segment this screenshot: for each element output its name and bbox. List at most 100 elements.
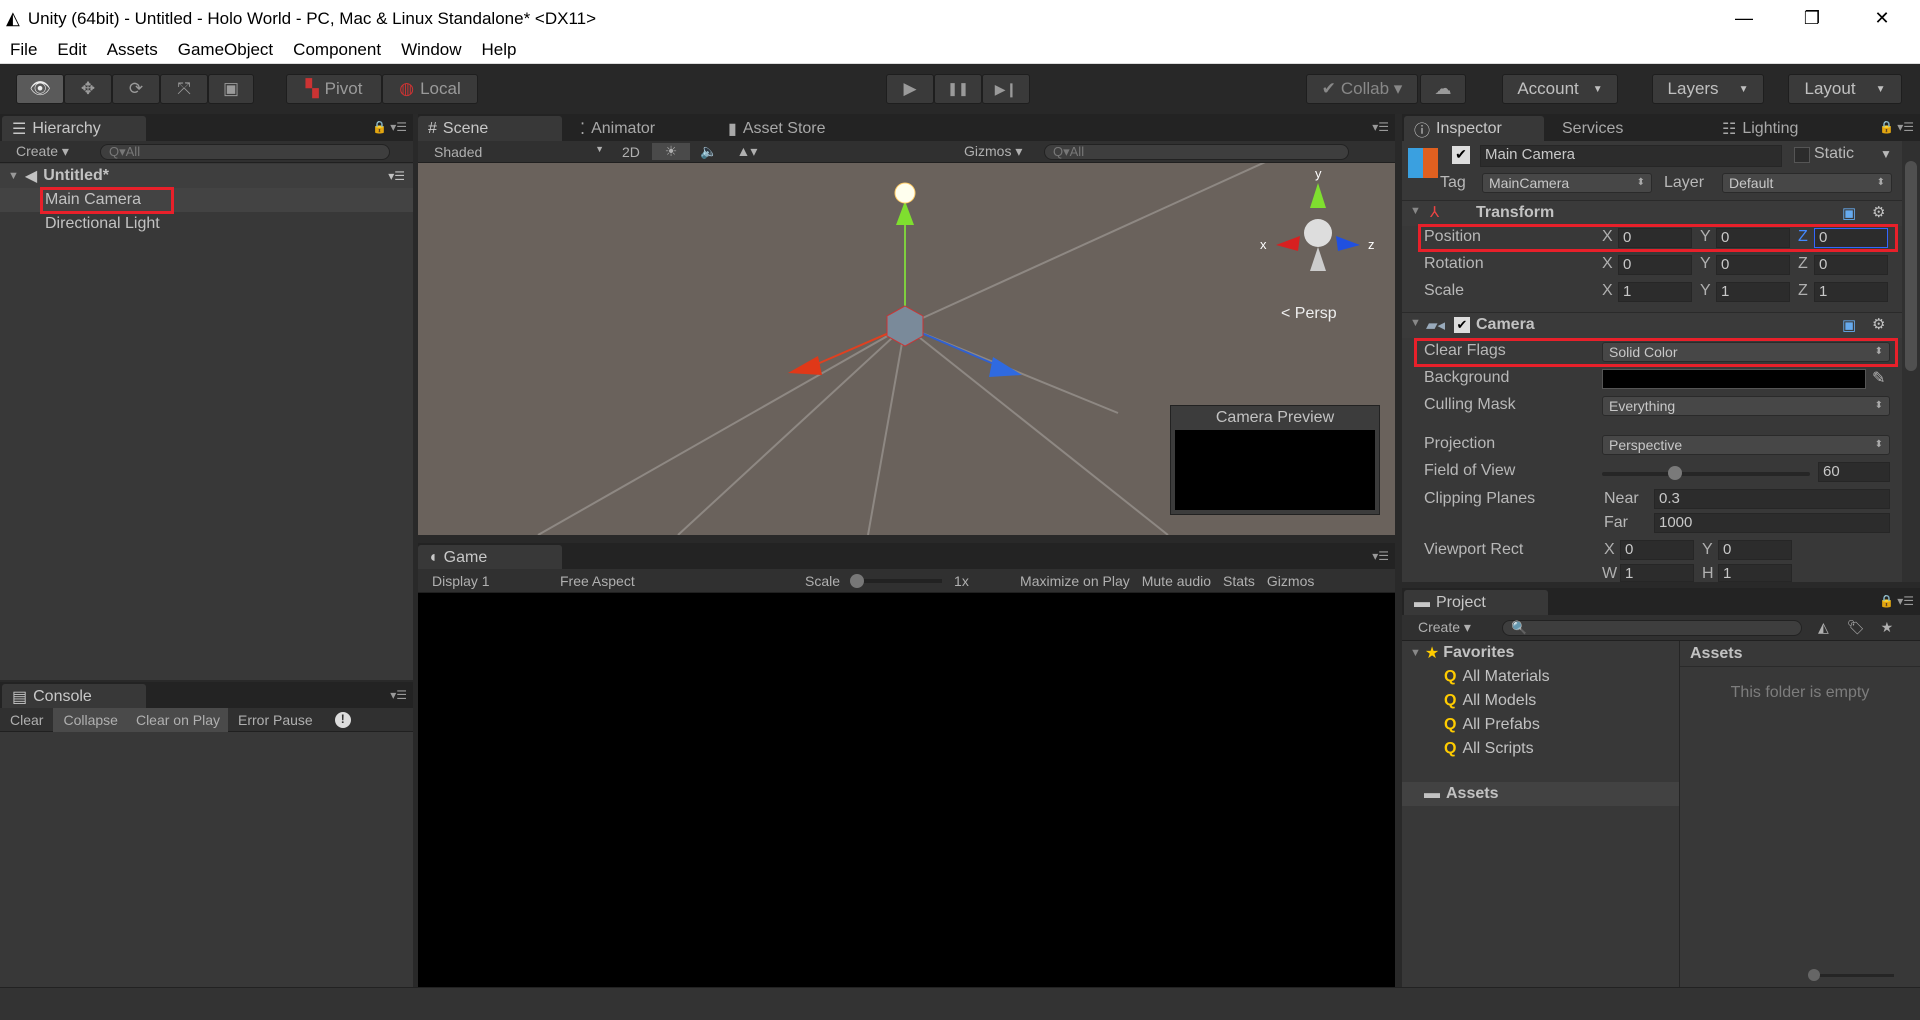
tab-asset-store[interactable]: ▮ Asset Store (718, 116, 836, 141)
icon-size-slider[interactable] (1808, 969, 1894, 981)
static-dropdown-icon[interactable]: ▼ (1880, 147, 1892, 161)
tab-project[interactable]: ▬ Project (1404, 590, 1548, 615)
menu-window[interactable]: Window (391, 40, 471, 60)
viewport-x-input[interactable]: 0 (1620, 540, 1694, 560)
menu-help[interactable]: Help (472, 40, 527, 60)
tab-services[interactable]: Services (1552, 116, 1633, 141)
camera-header[interactable]: ▼ ▰◂ ✔ Camera ▣ ⚙ (1402, 312, 1920, 338)
clear-on-play-button[interactable]: Clear on Play (127, 707, 228, 732)
tab-inspector[interactable]: ⓘ Inspector (1404, 116, 1544, 141)
tab-game[interactable]: ◖ Game (418, 545, 562, 570)
static-checkbox[interactable] (1794, 147, 1810, 163)
viewport-w-input[interactable]: 1 (1620, 564, 1694, 582)
collapse-button[interactable]: Collapse (53, 707, 128, 732)
display-dropdown[interactable]: Display 1 (418, 573, 548, 589)
favorite-item[interactable]: Q All Models (1402, 689, 1679, 713)
favorite-item[interactable]: Q All Prefabs (1402, 713, 1679, 737)
rotation-z-input[interactable]: 0 (1814, 255, 1888, 275)
close-button[interactable]: ✕ (1852, 0, 1912, 37)
inspector-scrollbar[interactable] (1902, 141, 1920, 582)
maximize-on-play-toggle[interactable]: Maximize on Play (1014, 573, 1136, 589)
scene-gizmos-dropdown[interactable]: Gizmos ▾ (964, 143, 1044, 160)
stats-toggle[interactable]: Stats (1217, 573, 1261, 589)
layout-dropdown[interactable]: Layout ▼ (1788, 74, 1902, 104)
favorites-folder[interactable]: ▼ ★ Favorites (1402, 641, 1679, 665)
favorites-star-icon[interactable]: ★ (1881, 619, 1894, 636)
viewport-y-input[interactable]: 0 (1718, 540, 1792, 560)
scale-tool-icon[interactable]: ⤧ (160, 74, 208, 104)
lighting-toggle-icon[interactable]: ☀ (652, 143, 690, 160)
minimize-button[interactable]: — (1714, 0, 1774, 37)
create-button[interactable]: Create ▾ (16, 143, 86, 160)
eyedropper-icon[interactable]: ✎ (1872, 368, 1885, 388)
project-search-input[interactable]: 🔍 (1502, 619, 1802, 636)
account-dropdown[interactable]: Account ▼ (1502, 74, 1618, 104)
tag-dropdown[interactable]: MainCamera (1482, 173, 1652, 193)
shading-dropdown[interactable]: Shaded ▼ (434, 144, 604, 160)
object-name-input[interactable]: Main Camera (1480, 145, 1782, 167)
menu-component[interactable]: Component (283, 40, 391, 60)
rect-tool-icon[interactable]: ▣ (208, 74, 254, 104)
scale-z-input[interactable]: 1 (1814, 282, 1888, 302)
lock-menu-icon[interactable]: 🔒 ▾☰ (372, 120, 407, 134)
collab-button[interactable]: ✔ Collab ▾ (1306, 74, 1418, 104)
local-button[interactable]: ◍ Local (382, 74, 478, 104)
scene-search-input[interactable]: Q▾All (1044, 143, 1349, 160)
move-tool-icon[interactable]: ✥ (64, 74, 112, 104)
fov-slider[interactable] (1602, 466, 1810, 480)
scale-x-input[interactable]: 1 (1618, 282, 1692, 302)
info-icon[interactable]: ! (334, 711, 351, 728)
transform-header[interactable]: ▼ ⅄ Transform ▣ ⚙ (1402, 200, 1920, 226)
game-gizmos-dropdown[interactable]: Gizmos (1261, 573, 1320, 589)
culling-mask-dropdown[interactable]: Everything (1602, 396, 1890, 416)
filter-type-icon[interactable]: ◭ (1818, 619, 1829, 636)
hierarchy-item-directional-light[interactable]: Directional Light (0, 212, 413, 236)
assets-folder[interactable]: ▬ Assets (1402, 782, 1679, 806)
camera-enabled-checkbox[interactable]: ✔ (1454, 317, 1470, 333)
settings-gear-icon[interactable]: ⚙ (1872, 203, 1885, 221)
pivot-button[interactable]: ▚ Pivot (286, 74, 382, 104)
layer-dropdown[interactable]: Default (1722, 173, 1892, 193)
tab-animator[interactable]: ⁚ Animator (570, 116, 665, 141)
menu-gameobject[interactable]: GameObject (168, 40, 283, 60)
tab-hierarchy[interactable]: ☰ Hierarchy (2, 116, 146, 141)
favorite-item[interactable]: Q All Scripts (1402, 737, 1679, 761)
audio-toggle-icon[interactable]: 🔈 (690, 143, 728, 160)
scale-y-input[interactable]: 1 (1716, 282, 1790, 302)
clear-button[interactable]: Clear (0, 712, 53, 728)
effects-toggle-icon[interactable]: ▲▾ (728, 143, 766, 160)
scale-slider[interactable] (850, 573, 943, 588)
far-input[interactable]: 1000 (1654, 513, 1890, 533)
rotate-tool-icon[interactable]: ⟳ (112, 74, 160, 104)
menu-file[interactable]: File (0, 40, 47, 60)
viewport-h-input[interactable]: 1 (1718, 564, 1792, 582)
rotation-y-input[interactable]: 0 (1716, 255, 1790, 275)
view-tool-icon[interactable]: 👁 (16, 74, 64, 104)
mute-audio-toggle[interactable]: Mute audio (1136, 573, 1217, 589)
projection-dropdown[interactable]: Perspective (1602, 435, 1890, 455)
aspect-dropdown[interactable]: Free Aspect (548, 573, 793, 589)
fov-input[interactable]: 60 (1818, 462, 1890, 482)
restore-button[interactable]: ❐ (1782, 0, 1842, 37)
tab-console[interactable]: ▤ Console (2, 684, 146, 709)
step-button[interactable]: ▶❙ (982, 74, 1030, 104)
filter-label-icon[interactable]: 🏷 (1847, 619, 1865, 636)
2d-toggle[interactable]: 2D (622, 144, 652, 160)
pause-button[interactable]: ❚❚ (934, 74, 982, 104)
favorite-item[interactable]: Q All Materials (1402, 665, 1679, 689)
near-input[interactable]: 0.3 (1654, 489, 1890, 509)
help-icon[interactable]: ▣ (1842, 316, 1856, 334)
menu-assets[interactable]: Assets (97, 40, 168, 60)
play-button[interactable]: ▶ (886, 74, 934, 104)
settings-gear-icon[interactable]: ⚙ (1872, 315, 1885, 333)
background-color-swatch[interactable] (1602, 369, 1866, 389)
persp-label[interactable]: < Persp (1281, 305, 1337, 323)
error-pause-button[interactable]: Error Pause (228, 712, 323, 728)
layers-dropdown[interactable]: Layers ▼ (1652, 74, 1764, 104)
rotation-x-input[interactable]: 0 (1618, 255, 1692, 275)
tab-lighting[interactable]: ☷ Lighting (1712, 116, 1808, 141)
cloud-icon[interactable]: ☁ (1420, 74, 1466, 104)
hierarchy-search-input[interactable]: Q▾All (100, 143, 390, 160)
project-create-button[interactable]: Create ▾ (1418, 619, 1488, 636)
active-checkbox[interactable]: ✔ (1452, 146, 1470, 164)
